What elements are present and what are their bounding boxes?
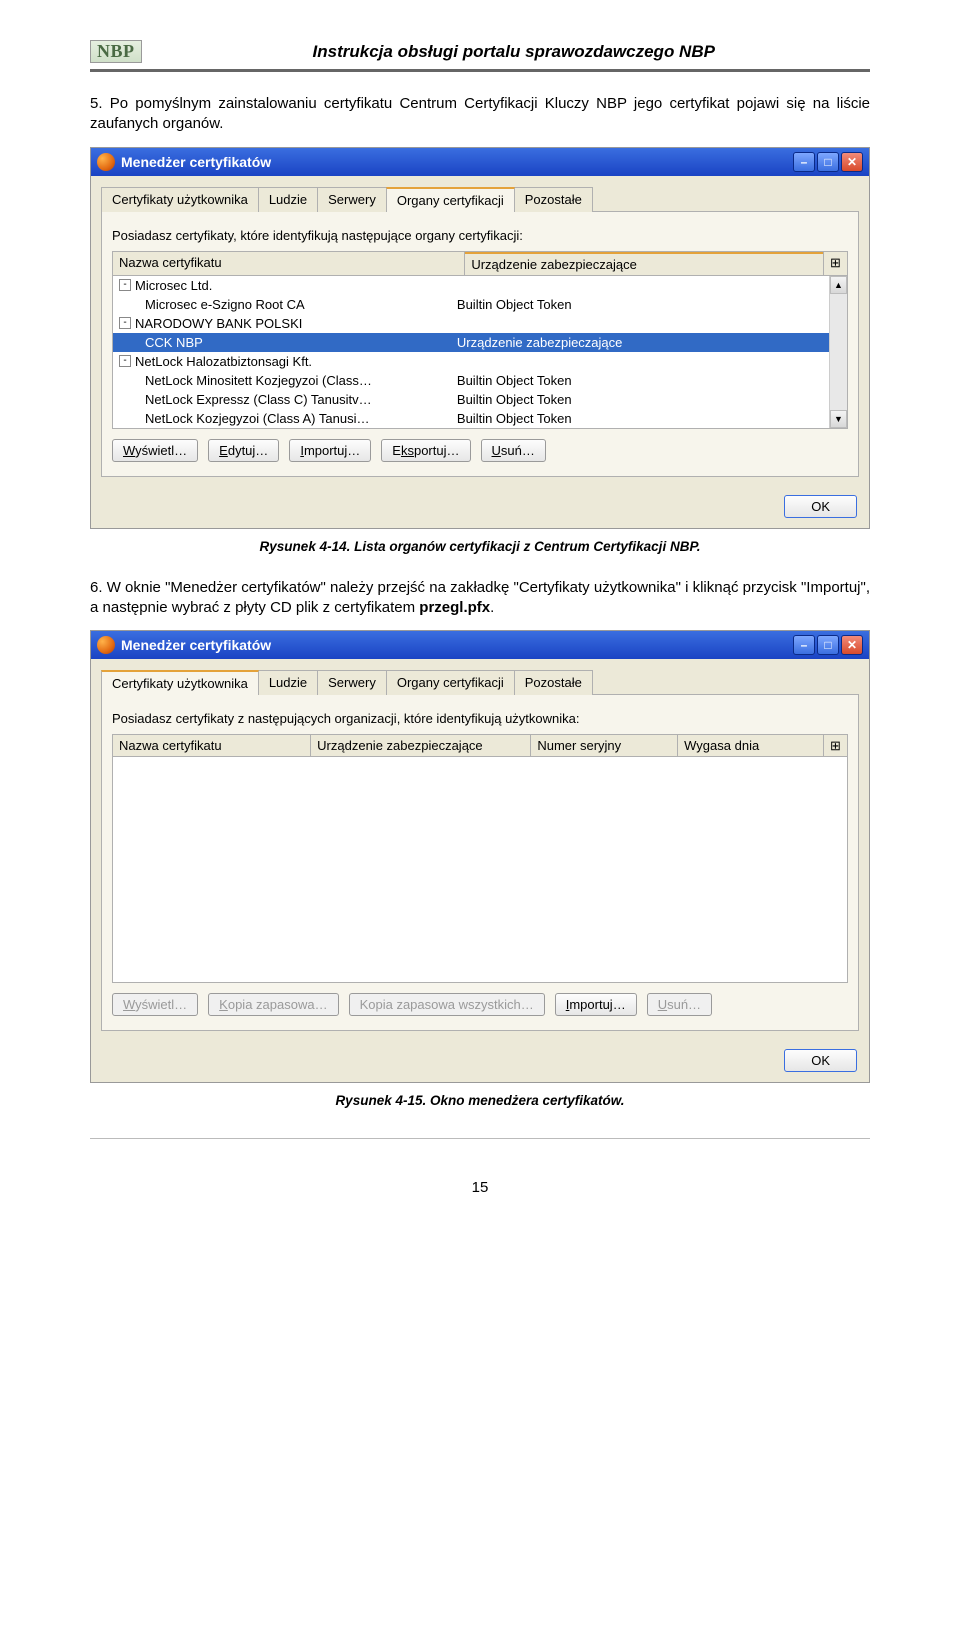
button-row: Wyświetl… Edytuj… Importuj… Eksportuj… U… [112,439,848,462]
tree-row: -NetLock Halozatbiztonsagi Kft. [113,352,829,371]
nbp-logo: NBP [90,40,142,63]
tab-authorities[interactable]: Organy certyfikacji [386,670,515,695]
col-device[interactable]: Urządzenie zabezpieczające [311,735,531,756]
import-button[interactable]: Importuj… [289,439,371,462]
export-button[interactable]: Eksportuj… [381,439,470,462]
header-rule [90,69,870,72]
view-button: Wyświetl… [112,993,198,1016]
footer-rule [90,1138,870,1139]
scroll-up-icon[interactable]: ▲ [830,276,847,294]
button-row: Wyświetl… Kopia zapasowa… Kopia zapasowa… [112,993,848,1016]
col-serial[interactable]: Numer seryjny [531,735,678,756]
minimize-button[interactable]: – [793,152,815,172]
tree-row: NetLock Minositett Kozjegyzoi (Class…Bui… [113,371,829,390]
tab-user-certs[interactable]: Certyfikaty użytkownika [101,670,259,695]
titlebar: Menedżer certyfikatów – □ ✕ [91,631,869,659]
maximize-button[interactable]: □ [817,635,839,655]
close-button[interactable]: ✕ [841,152,863,172]
tree-row: NetLock Expressz (Class C) Tanusitv…Buil… [113,390,829,409]
import-button[interactable]: Importuj… [555,993,637,1016]
screenshot-cert-manager-user: Menedżer certyfikatów – □ ✕ Certyfikaty … [90,630,870,1083]
firefox-icon [97,636,115,654]
tab-body: Posiadasz certyfikaty z następujących or… [101,695,859,1031]
ok-button[interactable]: OK [784,495,857,518]
col-expires[interactable]: Wygasa dnia [678,735,823,756]
minimize-button[interactable]: – [793,635,815,655]
tree-row: -Microsec Ltd. [113,276,829,295]
tab-people[interactable]: Ludzie [258,187,318,212]
tab-description: Posiadasz certyfikaty z następujących or… [112,711,848,726]
edit-button[interactable]: Edytuj… [208,439,279,462]
close-button[interactable]: ✕ [841,635,863,655]
cert-list: Nazwa certyfikatu Urządzenie zabezpiecza… [112,734,848,983]
screenshot-cert-manager-organs: Menedżer certyfikatów – □ ✕ Certyfikaty … [90,147,870,529]
doc-header: NBP Instrukcja obsługi portalu sprawozda… [90,40,870,63]
collapse-icon[interactable]: - [119,355,131,367]
col-cert-name[interactable]: Nazwa certyfikatu [113,735,311,756]
backup-button: Kopia zapasowa… [208,993,338,1016]
tabs: Certyfikaty użytkownika Ludzie Serwery O… [101,186,859,212]
tree-row: Microsec e-Szigno Root CABuiltin Object … [113,295,829,314]
column-picker-icon[interactable]: ⊞ [823,252,847,275]
cert-tree[interactable]: -Microsec Ltd. Microsec e-Szigno Root CA… [113,276,829,428]
titlebar: Menedżer certyfikatów – □ ✕ [91,148,869,176]
paragraph-step-6: 6. W oknie "Menedżer certyfikatów" należ… [90,578,870,619]
figure-caption-4-15: Rysunek 4-15. Okno menedżera certyfikató… [90,1093,870,1108]
delete-button[interactable]: Usuń… [481,439,546,462]
tree-row: -NARODOWY BANK POLSKI [113,314,829,333]
figure-caption-4-14: Rysunek 4-14. Lista organów certyfikacji… [90,539,870,554]
column-picker-icon[interactable]: ⊞ [823,735,847,756]
ok-button[interactable]: OK [784,1049,857,1072]
cert-list: Nazwa certyfikatu Urządzenie zabezpiecza… [112,251,848,429]
scroll-down-icon[interactable]: ▼ [830,410,847,428]
collapse-icon[interactable]: - [119,279,131,291]
tab-description: Posiadasz certyfikaty, które identyfikuj… [112,228,848,243]
paragraph-step-5: 5. Po pomyślnym zainstalowaniu certyfika… [90,94,870,135]
col-cert-name[interactable]: Nazwa certyfikatu [113,252,465,275]
delete-button: Usuń… [647,993,712,1016]
tab-others[interactable]: Pozostałe [514,670,593,695]
window-title: Menedżer certyfikatów [121,154,793,170]
tree-row-selected: CCK NBPUrządzenie zabezpieczające [113,333,829,352]
tabs: Certyfikaty użytkownika Ludzie Serwery O… [101,669,859,695]
col-device[interactable]: Urządzenie zabezpieczające [465,252,823,275]
view-button[interactable]: Wyświetl… [112,439,198,462]
tab-servers[interactable]: Serwery [317,187,387,212]
tab-others[interactable]: Pozostałe [514,187,593,212]
page-number: 15 [90,1179,870,1196]
tab-servers[interactable]: Serwery [317,670,387,695]
doc-title: Instrukcja obsługi portalu sprawozdawcze… [158,42,871,62]
cert-list-header: Nazwa certyfikatu Urządzenie zabezpiecza… [113,252,847,276]
tab-authorities[interactable]: Organy certyfikacji [386,187,515,212]
maximize-button[interactable]: □ [817,152,839,172]
collapse-icon[interactable]: - [119,317,131,329]
tab-user-certs[interactable]: Certyfikaty użytkownika [101,187,259,212]
window-title: Menedżer certyfikatów [121,637,793,653]
vertical-scrollbar[interactable]: ▲ ▼ [829,276,847,428]
tab-body: Posiadasz certyfikaty, które identyfikuj… [101,212,859,477]
tree-row: NetLock Kozjegyzoi (Class A) Tanusi…Buil… [113,409,829,428]
cert-tree-empty[interactable] [113,757,847,982]
cert-list-header: Nazwa certyfikatu Urządzenie zabezpiecza… [113,735,847,757]
firefox-icon [97,153,115,171]
backup-all-button: Kopia zapasowa wszystkich… [349,993,545,1016]
tab-people[interactable]: Ludzie [258,670,318,695]
